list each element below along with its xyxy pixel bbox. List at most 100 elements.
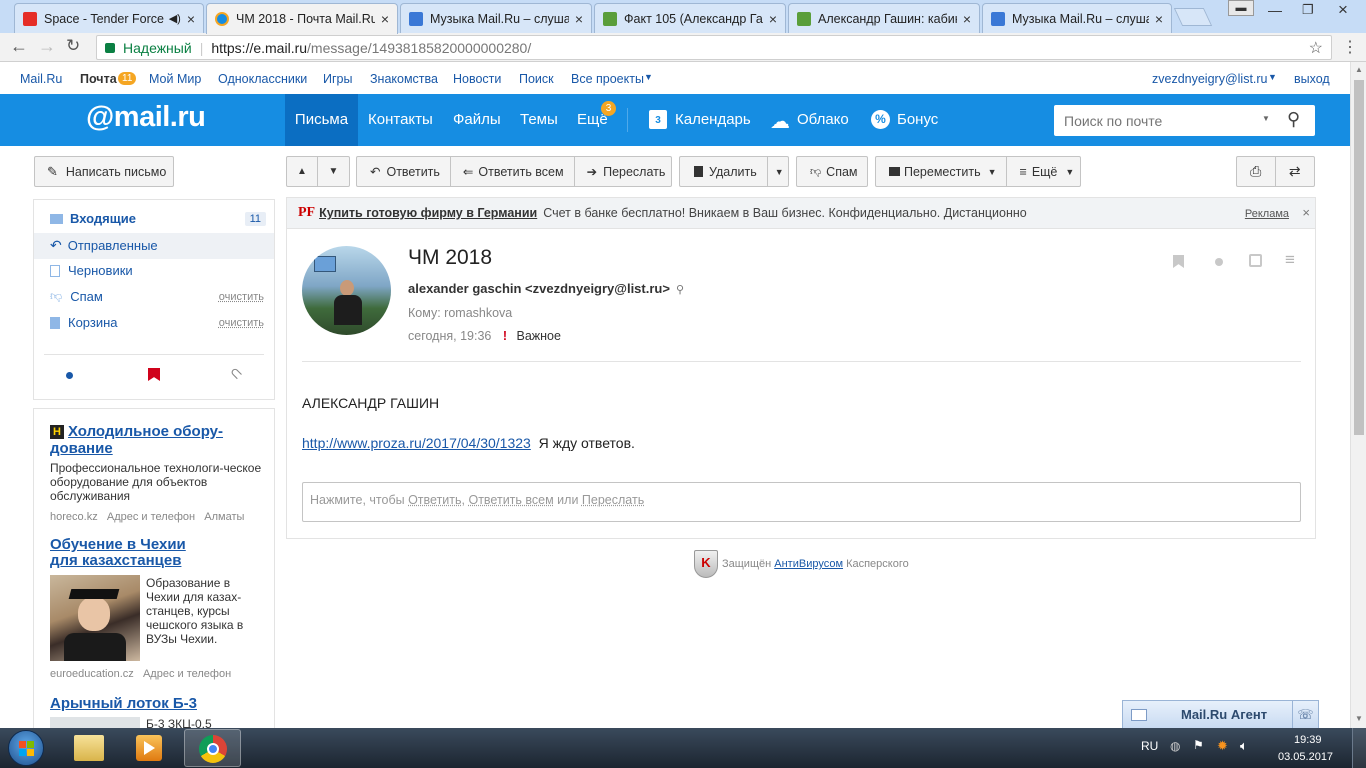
tab-music-2[interactable]: Музыка Mail.Ru – слуша ×	[982, 3, 1172, 33]
ad-image[interactable]	[50, 575, 140, 661]
search-scope-chevron-icon[interactable]: ▼	[1262, 114, 1270, 123]
start-button[interactable]	[8, 730, 44, 766]
close-icon[interactable]: ×	[1155, 11, 1163, 27]
close-icon[interactable]: ×	[1302, 205, 1310, 220]
ad-title[interactable]: Обучение в Чехии для казахстанцев	[50, 537, 200, 569]
folder-spam[interactable]: 👎︎ Спам	[50, 289, 103, 304]
reply-all-button[interactable]: ⇐ Ответить всем	[451, 157, 575, 186]
close-icon[interactable]: ×	[187, 11, 195, 27]
attachment-filter-icon[interactable]: ⊂	[225, 362, 247, 384]
ad-block[interactable]: H Холодильное обору-дование Профессиональ…	[50, 423, 262, 523]
network-icon[interactable]: ◍	[1170, 739, 1180, 753]
folder-trash[interactable]: Корзина	[50, 315, 118, 330]
antivirus-tray-icon[interactable]: ✹	[1217, 738, 1228, 754]
more-actions-button[interactable]: ≡ Ещё ▼	[1007, 157, 1085, 186]
scroll-thumb[interactable]	[1354, 80, 1364, 435]
close-icon[interactable]: ×	[381, 11, 389, 27]
speaker-icon[interactable]: ◀)	[169, 12, 181, 25]
quick-reply-forward[interactable]: Переслать	[582, 493, 644, 507]
reload-icon[interactable]: ↻	[66, 36, 80, 56]
ad-banner-label[interactable]: Реклама	[1245, 208, 1289, 220]
nav-themes[interactable]: Темы	[520, 94, 558, 146]
address-bar[interactable]: Надежный | https://e.mail.ru/message/149…	[96, 35, 1332, 60]
kaspersky-link[interactable]: АнтиВирусом	[774, 558, 843, 570]
message-from[interactable]: alexander gaschin <zvezdnyeigry@list.ru>…	[408, 281, 684, 296]
page-scrollbar[interactable]: ▲ ▼	[1350, 62, 1366, 728]
volume-icon[interactable]: 🔈︎	[1240, 738, 1248, 754]
clean-trash-link[interactable]: очистить	[219, 317, 264, 329]
mailru-logo[interactable]: @mail.ru	[86, 101, 206, 134]
translate-icon[interactable]: ⇄	[1276, 157, 1315, 186]
quick-reply-reply-all[interactable]: Ответить всем	[468, 493, 553, 507]
scroll-down-icon[interactable]: ▼	[1355, 714, 1363, 723]
phone-icon[interactable]: ☏	[1292, 700, 1318, 729]
nav-letters[interactable]: Письма	[285, 94, 358, 146]
clean-spam-link[interactable]: очистить	[219, 291, 264, 303]
nav-calendar[interactable]: Календарь	[675, 94, 751, 146]
compose-button[interactable]: ✎ Написать письмо	[34, 156, 174, 187]
tab-proza-2[interactable]: Александр Гашин: кабин ×	[788, 3, 980, 33]
clock-date[interactable]: 03.05.2017	[1278, 751, 1333, 763]
forward-button[interactable]: ➔ Переслать	[575, 157, 676, 186]
portal-link-mail[interactable]: Почта	[80, 72, 117, 86]
nav-files[interactable]: Файлы	[453, 94, 501, 146]
back-icon[interactable]: ←	[10, 36, 28, 57]
star-icon[interactable]: ☆	[1309, 38, 1323, 58]
portal-link-dating[interactable]: Знакомства	[370, 72, 438, 86]
portal-link-news[interactable]: Новости	[453, 72, 501, 86]
clock-time[interactable]: 19:39	[1294, 734, 1322, 746]
prev-message-button[interactable]: ▲	[287, 157, 318, 186]
mailru-agent-bar[interactable]: Mail.Ru Агент ☏	[1122, 700, 1319, 729]
nav-contacts[interactable]: Контакты	[368, 94, 433, 146]
tab-youtube[interactable]: Space - Tender Force ◀) ×	[14, 3, 204, 33]
ad-block[interactable]: Арычный лоток Б-3 Б-3 ЗКЦ-0,5	[50, 695, 262, 737]
flag-icon[interactable]	[1173, 255, 1184, 268]
nav-cloud[interactable]: Облако	[797, 94, 849, 146]
move-button[interactable]: Переместить ▼	[876, 157, 1007, 186]
folder-inbox[interactable]: Входящие	[50, 211, 136, 226]
ad-address[interactable]: Адрес и телефон	[143, 668, 231, 680]
nav-bonus[interactable]: Бонус	[897, 94, 938, 146]
portal-link-myworld[interactable]: Мой Мир	[149, 72, 201, 86]
media-player-icon[interactable]	[136, 735, 162, 761]
close-icon[interactable]: ×	[963, 11, 971, 27]
sender-avatar[interactable]	[302, 246, 391, 335]
tab-proza-1[interactable]: Факт 105 (Александр Га ×	[594, 3, 786, 33]
language-indicator[interactable]: RU	[1141, 739, 1158, 753]
search-icon[interactable]: ⚲	[1287, 109, 1300, 130]
explorer-icon[interactable]	[74, 735, 104, 761]
portal-link-ok[interactable]: Одноклассники	[218, 72, 307, 86]
menu-icon[interactable]: ≡	[1285, 250, 1295, 270]
show-desktop-button[interactable]	[1352, 728, 1366, 768]
tab-music-1[interactable]: Музыка Mail.Ru – слуша ×	[400, 3, 592, 33]
magnifier-icon[interactable]: ⚲	[676, 284, 684, 296]
print-icon[interactable]: ⎙	[1237, 157, 1276, 186]
minimize-icon[interactable]: —	[1268, 2, 1282, 18]
ad-banner-link[interactable]: Купить готовую фирму в Германии	[319, 206, 537, 220]
ad-site[interactable]: horeco.kz	[50, 511, 98, 523]
unread-filter-icon[interactable]	[66, 372, 73, 379]
action-center-flag-icon[interactable]: ⚑	[1193, 738, 1204, 752]
quick-reply-reply[interactable]: Ответить	[408, 493, 461, 507]
ad-title[interactable]: Холодильное обору-дование	[50, 423, 223, 457]
account-email[interactable]: zvezdnyeigry@list.ru	[1152, 72, 1268, 86]
profile-icon[interactable]: ▬	[1228, 0, 1254, 16]
portal-link-games[interactable]: Игры	[323, 72, 352, 86]
body-link[interactable]: http://www.proza.ru/2017/04/30/1323	[302, 435, 531, 451]
window-close-icon[interactable]: ×	[1338, 0, 1348, 20]
portal-link-search[interactable]: Поиск	[519, 72, 554, 86]
folder-sent[interactable]: ↶ Отправленные	[50, 237, 158, 254]
ad-block[interactable]: Обучение в Чехии для казахстанцев Образо…	[50, 537, 262, 680]
flag-filter-icon[interactable]	[148, 368, 160, 381]
close-icon[interactable]: ×	[769, 11, 777, 27]
quick-reply-box[interactable]: Нажмите, чтобы Ответить, Ответить всем и…	[302, 482, 1301, 522]
forward-icon[interactable]: →	[38, 36, 56, 57]
spam-button[interactable]: 👎︎ Спам	[796, 156, 868, 187]
next-message-button[interactable]: ▼	[318, 157, 349, 186]
ad-address[interactable]: Адрес и телефон	[107, 511, 195, 523]
delete-button[interactable]: Удалить	[680, 157, 768, 186]
portal-link-mailru[interactable]: Mail.Ru	[20, 72, 62, 86]
logout-link[interactable]: выход	[1294, 72, 1330, 86]
scroll-up-icon[interactable]: ▲	[1355, 65, 1363, 74]
ad-title[interactable]: Арычный лоток Б-3	[50, 695, 262, 712]
